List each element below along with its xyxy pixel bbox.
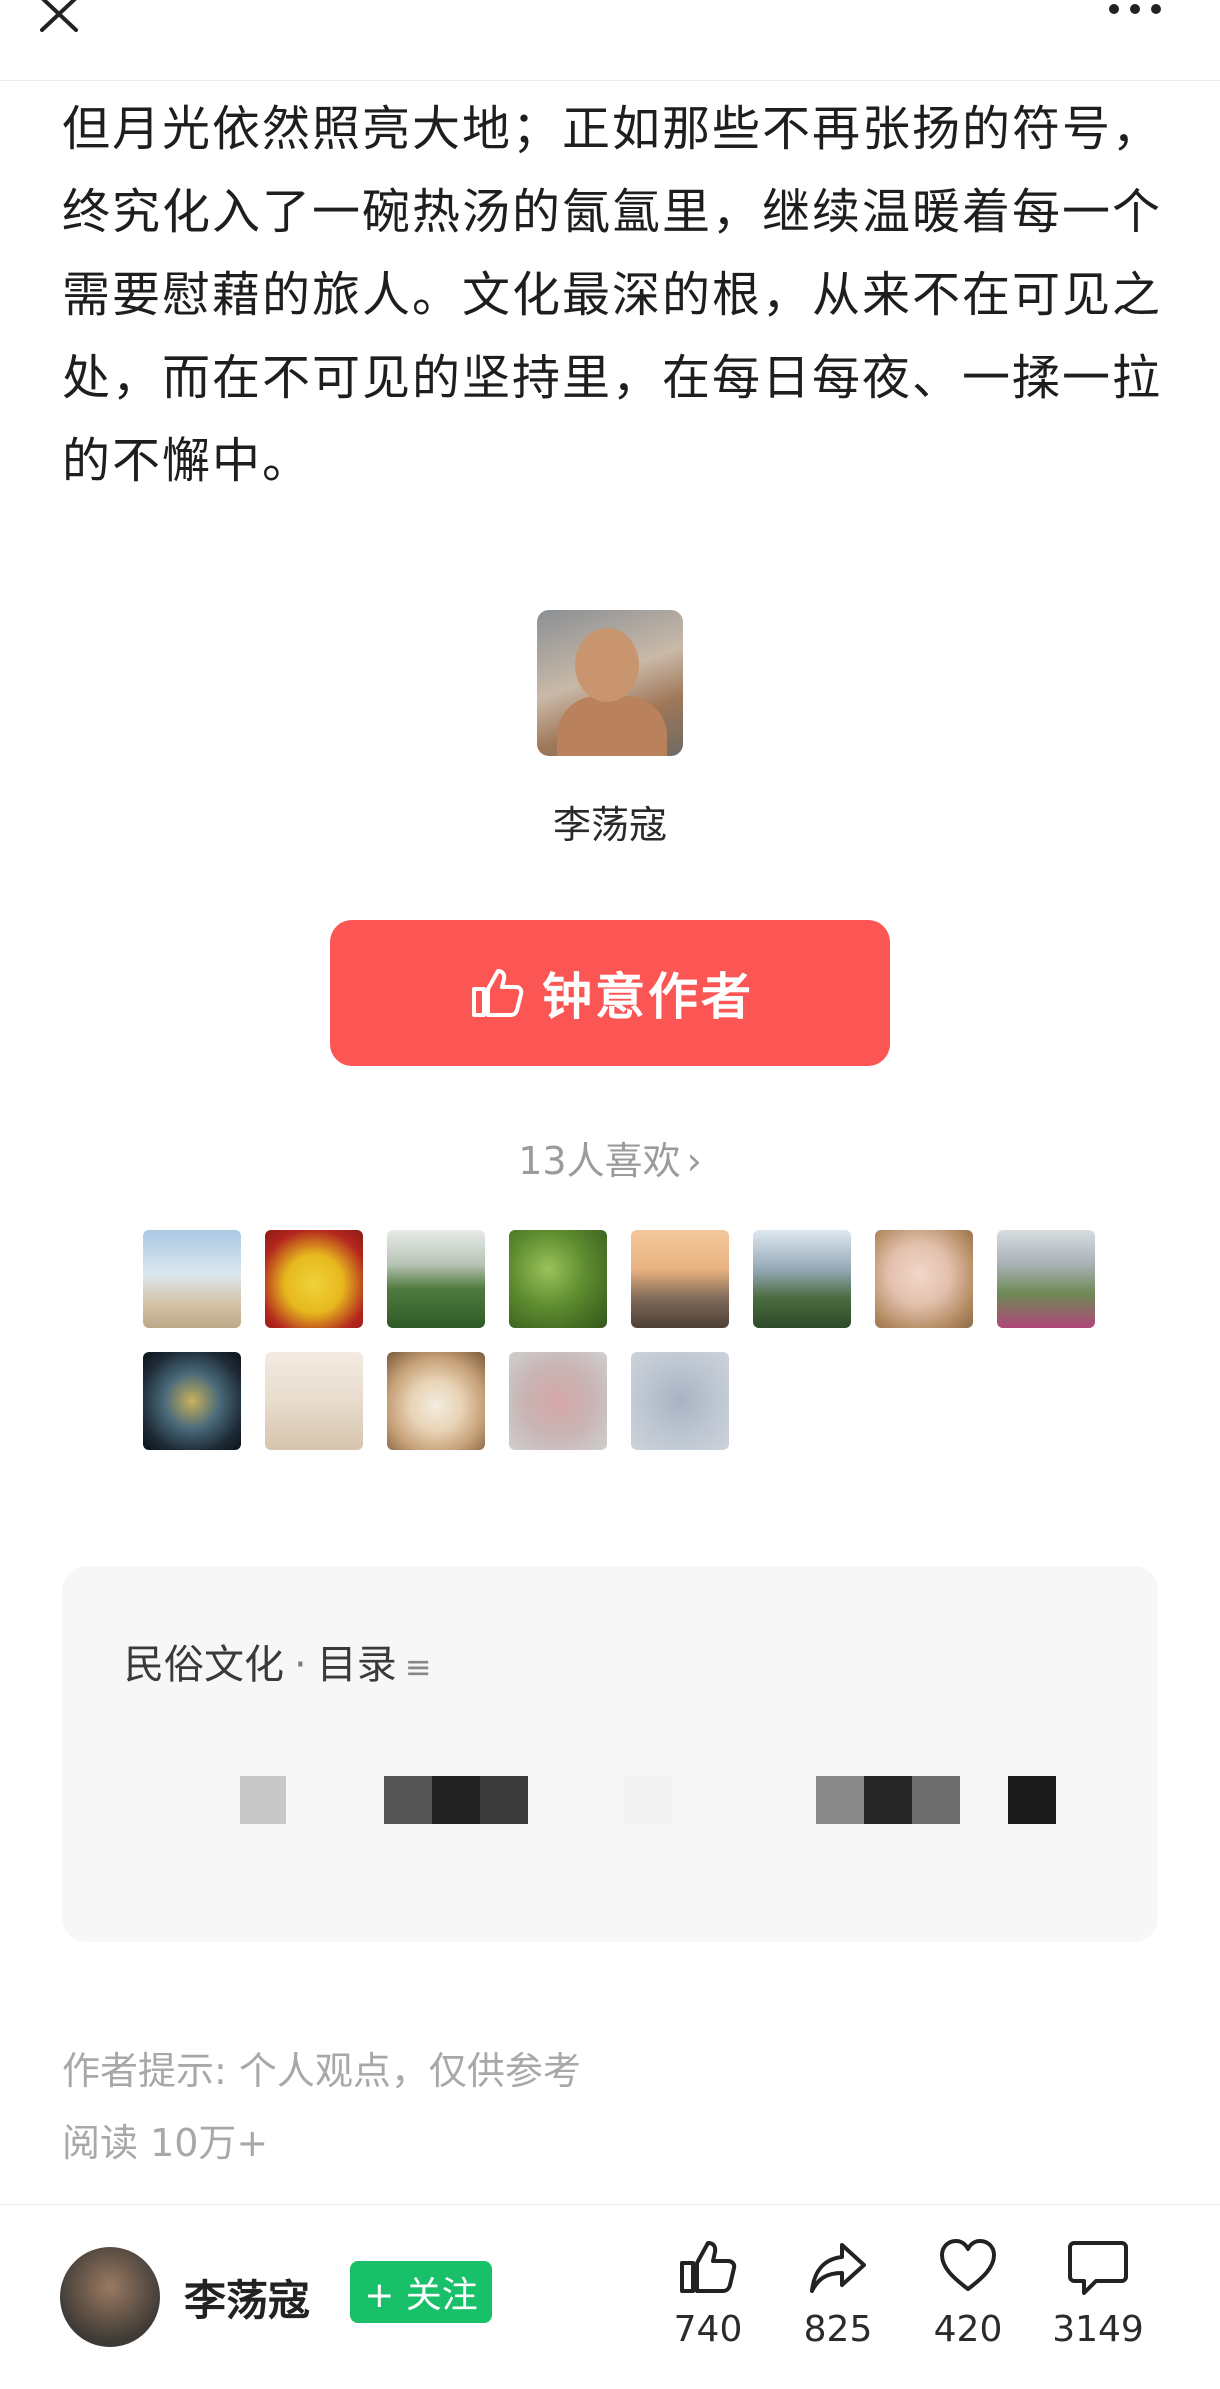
placeholder-block	[240, 1776, 286, 1824]
liker-avatar[interactable]	[387, 1230, 485, 1328]
author-card: 李荡寇	[0, 610, 1220, 849]
bottom-action-bar: 李荡寇 + 关注 740 825 420 3149	[0, 2204, 1220, 2389]
comment-count: 3149	[1052, 2309, 1144, 2350]
placeholder-block	[624, 1776, 672, 1824]
like-author-button[interactable]: 钟意作者	[330, 920, 890, 1066]
author-avatar-small[interactable]	[60, 2247, 160, 2347]
placeholder-block	[480, 1776, 528, 1824]
liker-avatar[interactable]	[143, 1352, 241, 1450]
top-bar	[0, 0, 1220, 81]
liker-avatar[interactable]	[143, 1230, 241, 1328]
toc-series-name: 民俗文化	[124, 1642, 284, 1688]
like-count: 740	[673, 2309, 743, 2350]
favorite-count: 420	[933, 2309, 1003, 2350]
liker-avatar[interactable]	[509, 1352, 607, 1450]
close-button[interactable]	[34, 0, 90, 40]
menu-icon: ≡	[404, 1648, 432, 1686]
share-count: 825	[803, 2309, 873, 2350]
placeholder-block	[816, 1776, 864, 1824]
close-icon	[40, 0, 78, 32]
thumbs-up-icon	[472, 969, 524, 1017]
placeholder-block	[384, 1776, 432, 1824]
follow-button[interactable]: + 关注	[350, 2261, 492, 2323]
heart-icon	[940, 2239, 996, 2291]
more-options-button[interactable]	[1100, 0, 1170, 30]
comment-icon	[1068, 2241, 1128, 2295]
thumbs-up-icon	[680, 2241, 737, 2293]
series-toc-card[interactable]: 民俗文化 · 目录 ≡	[62, 1566, 1158, 1942]
toc-placeholder-blocks	[62, 1776, 1158, 1824]
liker-avatar[interactable]	[875, 1230, 973, 1328]
chevron-right-icon: ›	[686, 1139, 702, 1183]
author-avatar[interactable]	[537, 610, 683, 756]
comment-stat-button[interactable]: 3149	[1038, 2235, 1158, 2350]
likes-count-link[interactable]: 13人喜欢 ›	[0, 1130, 1220, 1185]
placeholder-block	[1008, 1776, 1056, 1824]
read-count: 阅读 10万+	[62, 2121, 269, 2165]
liker-avatar[interactable]	[753, 1230, 851, 1328]
liker-avatar[interactable]	[631, 1352, 729, 1450]
likes-count-text: 13人喜欢	[518, 1139, 681, 1183]
toc-label: 目录	[316, 1642, 397, 1688]
author-tip: 作者提示: 个人观点，仅供参考	[62, 2049, 581, 2093]
toc-title[interactable]: 民俗文化 · 目录 ≡	[124, 1632, 432, 1690]
favorite-stat-button[interactable]: 420	[908, 2235, 1028, 2350]
bottom-author-name[interactable]: 李荡寇	[184, 2267, 310, 2328]
liker-avatar[interactable]	[265, 1230, 363, 1328]
toc-separator: ·	[294, 1642, 307, 1688]
liker-avatar[interactable]	[631, 1230, 729, 1328]
liker-avatar[interactable]	[997, 1230, 1095, 1328]
liker-avatar[interactable]	[509, 1230, 607, 1328]
placeholder-block	[864, 1776, 912, 1824]
share-stat-button[interactable]: 825	[778, 2235, 898, 2350]
like-stat-button[interactable]: 740	[648, 2235, 768, 2350]
article-body: 度，都是无须言说的传承。新月会隐入云层， 但月光依然照亮大地；正如那些不再张扬的…	[62, 27, 1172, 503]
like-author-label: 钟意作者	[542, 968, 754, 1026]
liker-avatar[interactable]	[387, 1352, 485, 1450]
more-dots-icon	[1109, 4, 1161, 14]
share-icon	[810, 2243, 866, 2293]
article-paragraph: 但月光依然照亮大地；正如那些不再张扬的符号，终究化入了一碗热汤的氤氲里，继续温暖…	[62, 101, 1163, 489]
author-name[interactable]: 李荡寇	[0, 794, 1220, 849]
liker-avatar[interactable]	[265, 1352, 363, 1450]
placeholder-block	[432, 1776, 480, 1824]
placeholder-block	[912, 1776, 960, 1824]
